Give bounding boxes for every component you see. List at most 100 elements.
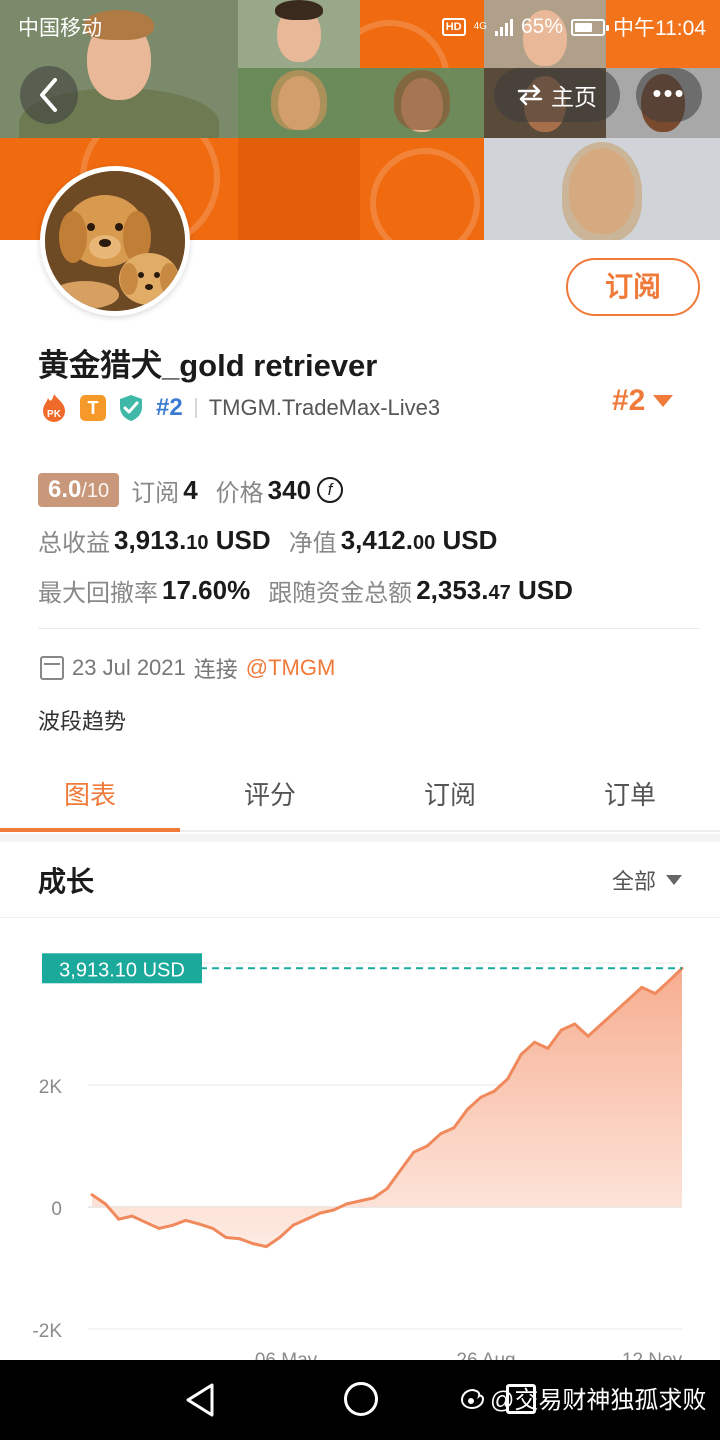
y-tick-label: 2K xyxy=(39,1077,63,1098)
data-point xyxy=(171,1223,174,1227)
data-point xyxy=(305,1217,308,1221)
total-profit-value: 3,913.10 USD xyxy=(114,524,271,555)
x-tick-label: 26 Aug xyxy=(456,1350,515,1360)
data-point xyxy=(667,979,671,983)
data-point xyxy=(452,1126,456,1130)
data-point xyxy=(331,1208,335,1212)
y-tick-label: 0 xyxy=(51,1199,62,1220)
verified-shield-icon[interactable] xyxy=(118,394,144,422)
total-profit-label: 总收益 xyxy=(38,529,110,557)
connect-date: 23 Jul 2021 xyxy=(72,655,186,680)
subscribe-button[interactable]: 订阅 xyxy=(566,258,700,316)
equity-value: 3,412.00 USD xyxy=(340,524,498,555)
divider xyxy=(194,398,197,418)
subscribers-value: 4 xyxy=(183,474,198,505)
rank-dropdown[interactable]: #2 xyxy=(612,384,674,418)
swap-icon xyxy=(517,84,543,106)
data-point xyxy=(613,1010,617,1014)
growth-chart-svg: 42K0-2K3,913.10 USD06 May26 Aug12 Nov xyxy=(32,953,684,1360)
data-point xyxy=(439,1132,443,1136)
x-tick-label: 06 May xyxy=(255,1350,318,1360)
circle-home-icon[interactable] xyxy=(344,1382,378,1416)
system-navbar: @交易财神独孤求败 xyxy=(0,1360,720,1440)
more-button[interactable]: ••• xyxy=(636,68,702,122)
hd-icon: HD xyxy=(441,18,466,36)
weibo-logo-icon xyxy=(460,1388,485,1409)
data-point xyxy=(291,1223,295,1227)
connect-label: 连接 xyxy=(193,657,238,682)
growth-title: 成长 xyxy=(38,866,95,897)
banner-photo xyxy=(238,68,360,138)
tab-orders[interactable]: 订单 xyxy=(540,760,720,830)
status-bar: 中国移动 HD 4G 65% 中午11:04 xyxy=(0,0,720,50)
range-filter[interactable]: 全部 xyxy=(612,864,682,896)
price-label: 价格 xyxy=(215,479,264,507)
data-point xyxy=(479,1095,483,1099)
data-point xyxy=(653,992,657,995)
tab-bar: 图表 评分 订阅 订单 xyxy=(0,760,720,832)
pk-icon-label: PK xyxy=(47,409,62,420)
caret-down-icon xyxy=(666,875,682,885)
strategy-description: 波段趋势 xyxy=(38,709,127,734)
divider xyxy=(38,628,700,629)
data-point xyxy=(519,1053,523,1056)
range-filter-label: 全部 xyxy=(611,869,656,894)
price-value: 340 xyxy=(267,474,312,505)
dog-avatar-image xyxy=(45,171,185,311)
home-button[interactable]: 主页 xyxy=(494,68,620,122)
connect-info: 23 Jul 2021 连接 @TMGM xyxy=(40,652,335,684)
growth-chart[interactable]: 42K0-2K3,913.10 USD06 May26 Aug12 Nov xyxy=(0,918,720,1360)
stats-panel: 6.0/10 订阅 4 价格 340 f 总收益 3,913.10 USD 净值… xyxy=(38,470,698,620)
data-point xyxy=(586,1034,590,1038)
battery-percent: 65% xyxy=(520,15,563,38)
follow-funds-value: 2,353.47 USD xyxy=(416,574,573,605)
data-point xyxy=(398,1168,402,1172)
data-point xyxy=(533,1040,536,1044)
pk-fire-icon[interactable]: PK xyxy=(40,393,68,423)
rank-big-label: #2 xyxy=(612,384,646,417)
data-point xyxy=(184,1218,188,1222)
data-point xyxy=(318,1211,322,1215)
server-name: TMGM.TradeMax-Live3 xyxy=(208,395,441,420)
data-point xyxy=(264,1245,268,1249)
banner-pattern xyxy=(360,138,484,240)
tab-chart[interactable]: 图表 xyxy=(0,760,180,832)
caret-down-icon xyxy=(653,395,674,407)
tab-rating[interactable]: 评分 xyxy=(180,760,360,830)
growth-area xyxy=(92,968,682,1247)
data-point xyxy=(197,1222,201,1226)
trader-badge-icon[interactable]: T xyxy=(80,395,106,421)
data-point xyxy=(117,1217,121,1221)
data-point xyxy=(211,1226,215,1230)
battery-icon xyxy=(571,18,609,36)
data-point xyxy=(466,1107,469,1111)
equity-label: 净值 xyxy=(288,529,337,557)
data-point xyxy=(573,1022,577,1026)
data-point xyxy=(600,1022,603,1026)
rank-small: #2 xyxy=(156,394,183,421)
data-point xyxy=(130,1214,134,1218)
max-drawdown-value: 17.60% xyxy=(162,574,251,605)
data-point xyxy=(546,1046,550,1050)
y-tick-label: -2K xyxy=(32,1321,62,1342)
subscribers-label: 订阅 xyxy=(131,479,180,507)
triangle-back-icon[interactable] xyxy=(184,1382,216,1418)
chevron-left-icon xyxy=(40,78,57,112)
score-badge: 6.0/10 xyxy=(38,473,120,507)
section-gap xyxy=(0,834,720,842)
data-point xyxy=(559,1028,563,1032)
watermark-text: @交易财神独孤求败 xyxy=(490,1387,707,1414)
back-button[interactable] xyxy=(20,66,78,124)
avatar[interactable] xyxy=(40,166,190,316)
growth-header: 成长 全部 xyxy=(0,842,720,918)
data-point xyxy=(251,1242,255,1246)
data-point xyxy=(345,1202,349,1206)
tab-subscription[interactable]: 订阅 xyxy=(360,760,540,830)
broker-link[interactable]: @TMGM xyxy=(246,655,336,681)
clock: 中午11:04 xyxy=(613,17,706,40)
current-value-label: 3,913.10 USD xyxy=(59,959,185,981)
data-point xyxy=(372,1196,376,1200)
signal-icon xyxy=(494,18,513,36)
home-button-label: 主页 xyxy=(551,84,597,110)
data-point xyxy=(144,1220,148,1224)
